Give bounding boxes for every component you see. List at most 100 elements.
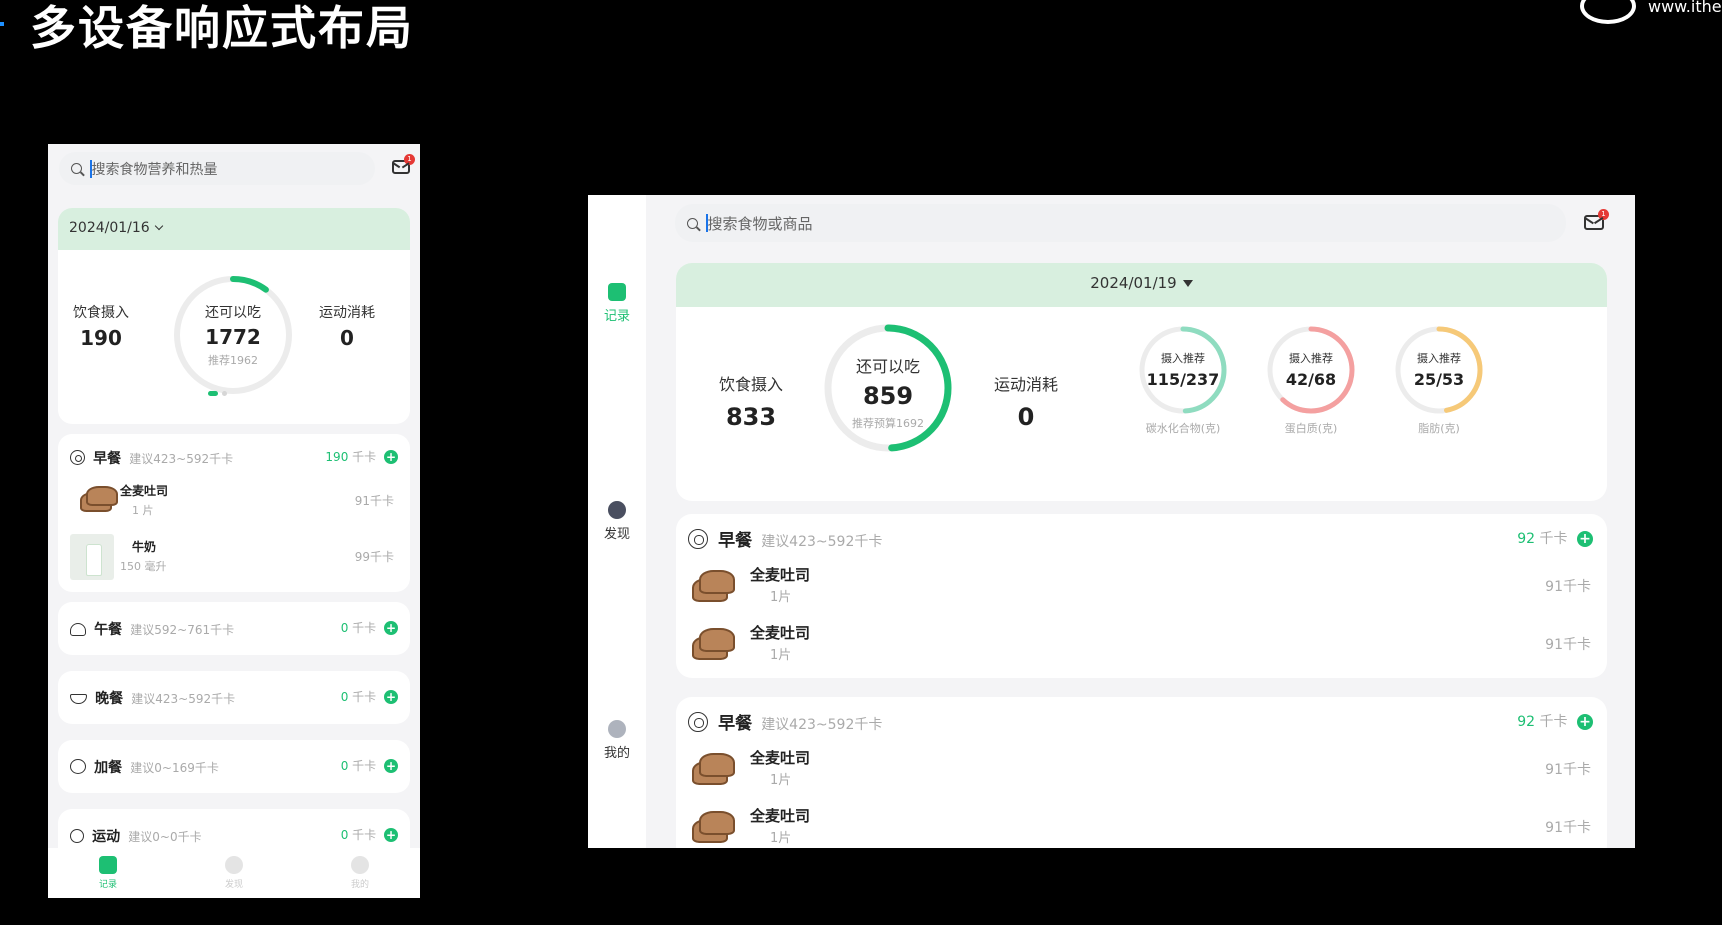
- meal-card-lunch[interactable]: 午餐 建议592~761千卡 0 千卡 +: [58, 602, 410, 655]
- meal-name: 晚餐: [95, 691, 124, 707]
- tab-record[interactable]: 记录: [78, 856, 138, 890]
- add-food-button[interactable]: +: [1577, 531, 1593, 547]
- phone-summary-card: 2024/01/16 饮食摄入 190 还可以吃 1772 推荐1962 运动消…: [58, 208, 410, 424]
- intake-value: 190: [80, 326, 122, 350]
- food-name: 全麦吐司: [750, 624, 811, 642]
- meal-name: 早餐: [93, 451, 122, 467]
- add-food-button[interactable]: +: [384, 621, 398, 635]
- planet-icon: [608, 501, 626, 519]
- tab-label: 发现: [224, 880, 243, 890]
- date-selector[interactable]: 2024/01/16: [58, 208, 410, 250]
- food-name: 全麦吐司: [120, 484, 169, 498]
- meal-name: 午餐: [94, 622, 123, 638]
- bottom-tab-bar: 记录 发现 我的: [48, 848, 420, 898]
- burger-icon: [70, 623, 86, 636]
- mail-icon[interactable]: 1: [392, 154, 415, 174]
- tab-discover[interactable]: 发现: [204, 856, 264, 890]
- food-kcal: 91千卡: [354, 494, 394, 508]
- add-food-button[interactable]: +: [384, 828, 398, 842]
- meal-kcal-value: 92: [1517, 714, 1536, 730]
- food-kcal: 91千卡: [1545, 637, 1591, 653]
- tab-mine[interactable]: 我的: [330, 856, 390, 890]
- food-item[interactable]: 全麦吐司 1片 91千卡: [688, 745, 1593, 797]
- planet-icon: [225, 856, 243, 874]
- macro-value: 25/53: [1413, 370, 1465, 389]
- meal-suggestion: 建议0~169千卡: [130, 761, 219, 775]
- meal-card-breakfast-2[interactable]: 早餐 建议423~592千卡 92 千卡 + 全麦吐司 1片 91千卡 全麦吐司…: [676, 697, 1607, 848]
- add-food-button[interactable]: +: [384, 450, 398, 464]
- meal-header: 运动 建议0~0千卡 0 千卡 +: [70, 826, 398, 846]
- add-food-button[interactable]: +: [384, 759, 398, 773]
- meal-suggestion: 建议592~761千卡: [130, 623, 235, 637]
- macro-text: 摄入推荐 25/53: [1389, 350, 1489, 389]
- meal-suggestion: 建议423~592千卡: [131, 692, 236, 706]
- mail-icon[interactable]: 1: [1584, 209, 1609, 230]
- slide-title: 多设备响应式布局: [30, 1, 414, 55]
- macro-text: 摄入推荐 115/237: [1133, 350, 1233, 389]
- egg-icon: [688, 712, 708, 732]
- macro-name: 蛋白质(克): [1284, 422, 1338, 435]
- macro-value: 42/68: [1285, 370, 1337, 389]
- meal-kcal-value: 0: [340, 690, 349, 704]
- remaining-recommend: 推荐预算1692: [852, 417, 924, 430]
- meal-kcal: 190 千卡 +: [325, 448, 398, 465]
- apple-icon: [70, 759, 86, 774]
- intake-value: 833: [725, 403, 777, 431]
- run-icon: [70, 829, 84, 843]
- meal-card-breakfast[interactable]: 早餐 建议423~592千卡 92 千卡 + 全麦吐司 1片 91千卡 全麦吐司…: [676, 514, 1607, 678]
- brand: www.itheir: [1580, 0, 1722, 24]
- meal-kcal-value: 0: [340, 828, 349, 842]
- phone-search-input[interactable]: 搜索食物营养和热量: [59, 152, 375, 185]
- meal-card-snack[interactable]: 加餐 建议0~169千卡 0 千卡 +: [58, 740, 410, 793]
- food-item[interactable]: 全麦吐司 1片 91千卡: [688, 620, 1593, 672]
- remaining-stat: 还可以吃 1772 推荐1962: [168, 270, 298, 400]
- remaining-label: 还可以吃: [855, 357, 920, 376]
- intake-stat: 饮食摄入 190: [66, 302, 136, 350]
- meal-card-breakfast[interactable]: 早餐 建议423~592千卡 190 千卡 + 全麦吐司 1 片 91千卡 牛奶…: [58, 434, 410, 592]
- macro-value: 115/237: [1146, 370, 1220, 389]
- intake-label: 饮食摄入: [73, 305, 129, 321]
- food-qty: 1片: [770, 590, 792, 605]
- tab-label: 我的: [350, 880, 369, 890]
- add-food-button[interactable]: +: [384, 690, 398, 704]
- remaining-value: 859: [862, 382, 914, 410]
- page-dot-active: [208, 391, 218, 396]
- meal-card-dinner[interactable]: 晚餐 建议423~592千卡 0 千卡 +: [58, 671, 410, 724]
- meal-kcal-value: 0: [340, 759, 349, 773]
- food-name: 全麦吐司: [750, 566, 811, 584]
- meal-kcal: 0 千卡 +: [341, 619, 398, 636]
- food-qty: 1片: [770, 648, 792, 663]
- meal-kcal-unit: 千卡: [352, 621, 377, 635]
- add-food-button[interactable]: +: [1577, 714, 1593, 730]
- rail-item-record[interactable]: 记录: [588, 283, 646, 324]
- food-item[interactable]: 全麦吐司 1片 91千卡: [688, 562, 1593, 614]
- calendar-icon: [608, 283, 626, 301]
- mail-badge: 1: [1598, 209, 1609, 220]
- rail-item-discover[interactable]: 发现: [588, 501, 646, 542]
- food-item[interactable]: 全麦吐司 1片 91千卡: [688, 803, 1593, 848]
- tablet-summary-card: 2024/01/19 饮食摄入 833 还可以吃 859 推荐预算1692 运动…: [676, 263, 1607, 501]
- date-selector[interactable]: 2024/01/19: [676, 263, 1607, 307]
- food-item[interactable]: 全麦吐司 1 片 91千卡: [70, 478, 398, 526]
- food-name: 牛奶: [132, 540, 157, 554]
- meal-header: 早餐 建议423~592千卡 92 千卡 +: [688, 526, 1593, 551]
- toast-icon: [692, 751, 736, 787]
- food-qty: 150 毫升: [120, 560, 167, 573]
- intake-label: 饮食摄入: [718, 375, 783, 394]
- meal-kcal-unit: 千卡: [352, 690, 377, 704]
- food-name: 全麦吐司: [750, 807, 811, 825]
- rail-item-mine[interactable]: 我的: [588, 720, 646, 761]
- meal-kcal: 92 千卡 +: [1517, 528, 1593, 548]
- phone-screen: 搜索食物营养和热量 1 2024/01/16 饮食摄入 190 还可以吃 177…: [48, 144, 420, 898]
- food-item[interactable]: 牛奶 150 毫升 99千卡: [70, 534, 398, 582]
- meal-header: 晚餐 建议423~592千卡 0 千卡 +: [70, 688, 398, 708]
- rail-label: 我的: [603, 746, 630, 761]
- meal-kcal: 0 千卡 +: [341, 826, 398, 843]
- meal-kcal: 92 千卡 +: [1517, 711, 1593, 731]
- food-kcal: 91千卡: [1545, 579, 1591, 595]
- meal-suggestion: 建议0~0千卡: [128, 830, 202, 844]
- exercise-stat: 运动消耗 0: [310, 302, 384, 350]
- user-icon: [351, 856, 369, 874]
- tablet-search-input[interactable]: 搜索食物或商品: [675, 204, 1566, 242]
- meal-kcal-unit: 千卡: [352, 759, 377, 773]
